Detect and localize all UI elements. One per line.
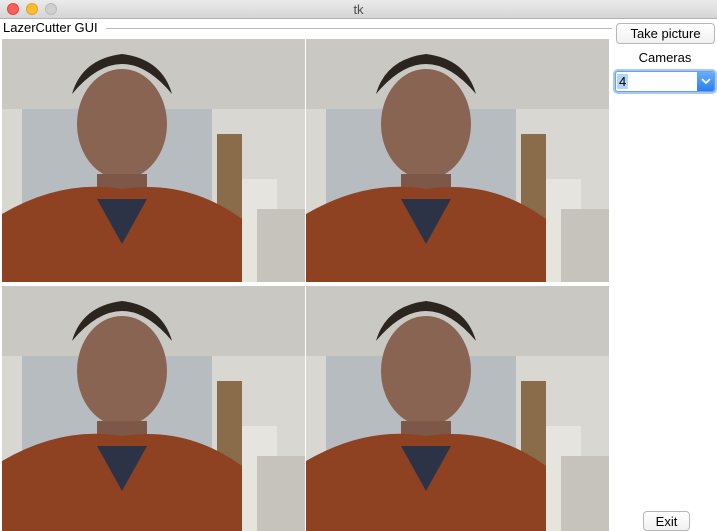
window-title: tk — [353, 2, 364, 17]
camera-image — [2, 39, 305, 282]
title-bar: tk — [0, 0, 717, 19]
camera-image — [2, 286, 305, 531]
frame-border — [106, 28, 612, 29]
cameras-select-value: 4 — [617, 74, 629, 89]
camera-feed-1 — [2, 39, 305, 282]
window-content: LazerCutter GUI Take picture Cameras 4 E… — [0, 19, 717, 531]
camera-feed-3 — [2, 286, 305, 531]
exit-button[interactable]: Exit — [643, 511, 690, 531]
camera-feed-4 — [306, 286, 609, 531]
chevron-down-icon[interactable] — [697, 72, 714, 91]
take-picture-button[interactable]: Take picture — [616, 23, 715, 44]
camera-image — [306, 39, 609, 282]
cameras-label: Cameras — [638, 50, 692, 65]
frame-label: LazerCutter GUI — [3, 20, 100, 35]
cameras-select[interactable]: 4 — [615, 71, 715, 92]
camera-feed-2 — [306, 39, 609, 282]
camera-image — [306, 286, 609, 531]
